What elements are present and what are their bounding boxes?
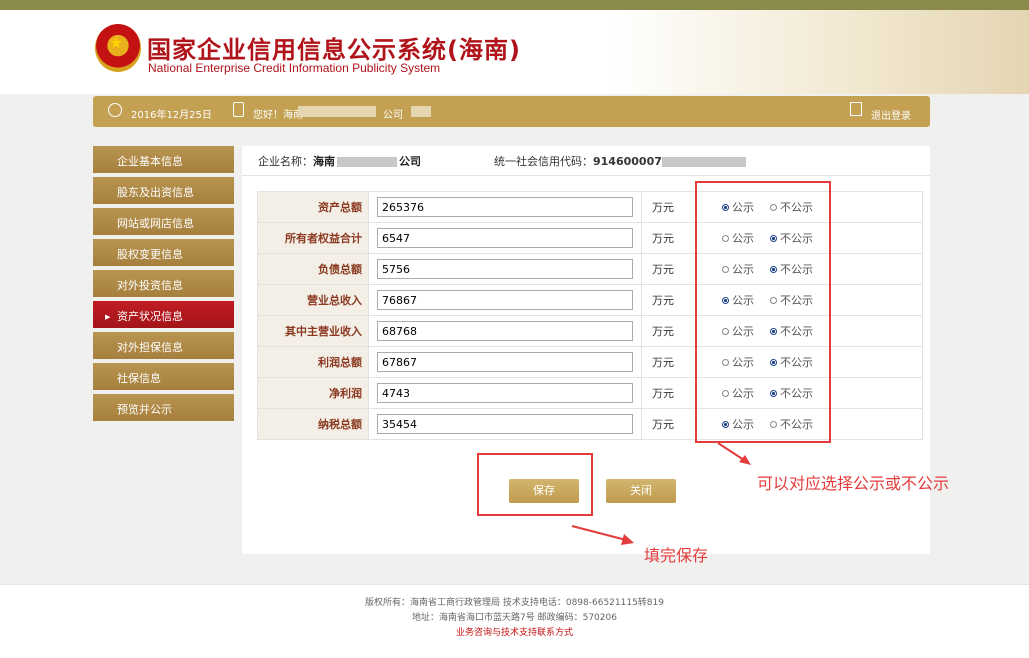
header: ★ 国家企业信用信息公示系统(海南) National Enterprise C… [0, 0, 1029, 94]
divider [242, 175, 930, 176]
field-input[interactable] [377, 383, 633, 403]
footer: 版权所有：海南省工商行政管理局 技术支持电话：0898-66521115转819… [0, 584, 1029, 658]
sidebar-item-1[interactable]: 股东及出资信息 [93, 177, 234, 204]
field-label: 利润总额 [257, 346, 369, 378]
redacted-company [337, 157, 397, 167]
field-input[interactable] [377, 259, 633, 279]
sidebar-item-6[interactable]: 对外担保信息 [93, 332, 234, 359]
sidebar-item-7[interactable]: 社保信息 [93, 363, 234, 390]
field-label: 所有者权益合计 [257, 222, 369, 254]
info-bar: 2016年12月25日 您好！海南 公司 退出登录 [93, 96, 930, 127]
field-input[interactable] [377, 352, 633, 372]
annotation-arrow-radio [717, 442, 751, 465]
system-subtitle: National Enterprise Credit Information P… [148, 61, 441, 75]
sidebar-nav: 企业基本信息股东及出资信息网站或网店信息股权变更信息对外投资信息资产状况信息对外… [93, 146, 234, 425]
company-name-label: 企业名称： [258, 155, 313, 168]
sidebar-item-3[interactable]: 股权变更信息 [93, 239, 234, 266]
footer-address: 地址：海南省海口市蓝天路7号 邮政编码：570206 [412, 613, 617, 623]
close-button[interactable]: 关闭 [606, 479, 676, 503]
radio-highlight-box [695, 181, 831, 443]
header-top-strip [0, 0, 1029, 10]
sidebar-item-4[interactable]: 对外投资信息 [93, 270, 234, 297]
user-greeting-suffix: 公司 [383, 110, 403, 121]
field-label: 净利润 [257, 377, 369, 409]
field-label: 营业总收入 [257, 284, 369, 316]
field-label: 其中主营业收入 [257, 315, 369, 347]
sidebar-item-0[interactable]: 企业基本信息 [93, 146, 234, 173]
credit-code: 统一社会信用代码：914600007 [494, 153, 746, 169]
field-label: 资产总额 [257, 191, 369, 223]
credit-code-label: 统一社会信用代码： [494, 155, 593, 168]
footer-contact-link[interactable]: 业务咨询与技术支持联系方式 [0, 625, 1029, 638]
clock-icon [108, 103, 122, 117]
field-input[interactable] [377, 197, 633, 217]
logout-link[interactable]: 退出登录 [871, 107, 911, 122]
field-input[interactable] [377, 321, 633, 341]
company-name-suffix: 公司 [399, 155, 421, 168]
company-name-prefix: 海南 [313, 155, 335, 168]
company-name: 企业名称：海南 公司 [258, 153, 421, 169]
field-input[interactable] [377, 414, 633, 434]
field-input[interactable] [377, 290, 633, 310]
redacted-text [411, 106, 431, 117]
user-greeting: 您好！海南 [253, 110, 303, 121]
header-background-art [609, 10, 1029, 94]
annotation-arrow-save [571, 525, 634, 545]
field-label: 纳税总额 [257, 408, 369, 440]
national-emblem-icon: ★ [95, 24, 141, 72]
sidebar-item-2[interactable]: 网站或网店信息 [93, 208, 234, 235]
redacted-code [661, 157, 746, 167]
sidebar-item-8[interactable]: 预览并公示 [93, 394, 234, 421]
user-icon [233, 102, 244, 117]
sidebar-item-5[interactable]: 资产状况信息 [93, 301, 234, 333]
field-input[interactable] [377, 228, 633, 248]
field-label: 负债总额 [257, 253, 369, 285]
logout-icon[interactable] [850, 102, 862, 116]
footer-copyright: 版权所有：海南省工商行政管理局 技术支持电话：0898-66521115转819 [364, 598, 664, 608]
redacted-name [298, 106, 376, 117]
radio-annotation-note: 可以对应选择公示或不公示 [757, 474, 950, 493]
current-date: 2016年12月25日 [131, 110, 212, 121]
save-highlight-box [477, 453, 593, 516]
credit-code-value: 914600007 [593, 155, 662, 168]
system-title: 国家企业信用信息公示系统(海南) [147, 36, 521, 64]
save-annotation-note: 填完保存 [644, 546, 709, 565]
